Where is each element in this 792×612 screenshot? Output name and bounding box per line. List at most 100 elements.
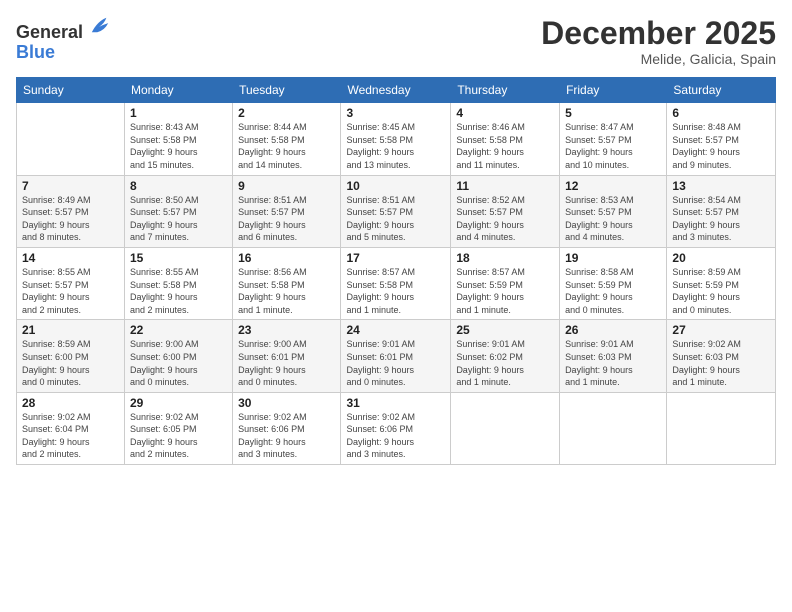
day-info: Sunrise: 9:01 AM Sunset: 6:03 PM Dayligh… [565,338,661,388]
day-info: Sunrise: 9:00 AM Sunset: 6:00 PM Dayligh… [130,338,227,388]
day-info: Sunrise: 8:59 AM Sunset: 6:00 PM Dayligh… [22,338,119,388]
col-tuesday: Tuesday [233,78,341,103]
day-number: 22 [130,323,227,337]
day-info: Sunrise: 9:02 AM Sunset: 6:05 PM Dayligh… [130,411,227,461]
table-row: 17Sunrise: 8:57 AM Sunset: 5:58 PM Dayli… [341,247,451,319]
table-row: 11Sunrise: 8:52 AM Sunset: 5:57 PM Dayli… [451,175,560,247]
calendar-week-row: 1Sunrise: 8:43 AM Sunset: 5:58 PM Daylig… [17,103,776,175]
table-row: 14Sunrise: 8:55 AM Sunset: 5:57 PM Dayli… [17,247,125,319]
table-row: 16Sunrise: 8:56 AM Sunset: 5:58 PM Dayli… [233,247,341,319]
col-saturday: Saturday [667,78,776,103]
day-info: Sunrise: 9:00 AM Sunset: 6:01 PM Dayligh… [238,338,335,388]
day-number: 31 [346,396,445,410]
day-number: 16 [238,251,335,265]
day-info: Sunrise: 8:53 AM Sunset: 5:57 PM Dayligh… [565,194,661,244]
day-info: Sunrise: 9:02 AM Sunset: 6:06 PM Dayligh… [238,411,335,461]
table-row: 18Sunrise: 8:57 AM Sunset: 5:59 PM Dayli… [451,247,560,319]
day-number: 18 [456,251,554,265]
day-info: Sunrise: 8:55 AM Sunset: 5:58 PM Dayligh… [130,266,227,316]
table-row: 9Sunrise: 8:51 AM Sunset: 5:57 PM Daylig… [233,175,341,247]
day-number: 14 [22,251,119,265]
day-number: 24 [346,323,445,337]
table-row: 24Sunrise: 9:01 AM Sunset: 6:01 PM Dayli… [341,320,451,392]
day-info: Sunrise: 8:54 AM Sunset: 5:57 PM Dayligh… [672,194,770,244]
table-row: 6Sunrise: 8:48 AM Sunset: 5:57 PM Daylig… [667,103,776,175]
day-info: Sunrise: 8:57 AM Sunset: 5:58 PM Dayligh… [346,266,445,316]
day-number: 12 [565,179,661,193]
day-info: Sunrise: 8:51 AM Sunset: 5:57 PM Dayligh… [346,194,445,244]
day-number: 15 [130,251,227,265]
day-info: Sunrise: 9:01 AM Sunset: 6:01 PM Dayligh… [346,338,445,388]
table-row: 13Sunrise: 8:54 AM Sunset: 5:57 PM Dayli… [667,175,776,247]
day-number: 4 [456,106,554,120]
day-info: Sunrise: 9:01 AM Sunset: 6:02 PM Dayligh… [456,338,554,388]
calendar-subtitle: Melide, Galicia, Spain [541,51,776,67]
table-row: 30Sunrise: 9:02 AM Sunset: 6:06 PM Dayli… [233,392,341,464]
day-info: Sunrise: 8:44 AM Sunset: 5:58 PM Dayligh… [238,121,335,171]
day-info: Sunrise: 8:49 AM Sunset: 5:57 PM Dayligh… [22,194,119,244]
day-info: Sunrise: 9:02 AM Sunset: 6:03 PM Dayligh… [672,338,770,388]
day-info: Sunrise: 8:43 AM Sunset: 5:58 PM Dayligh… [130,121,227,171]
day-info: Sunrise: 8:48 AM Sunset: 5:57 PM Dayligh… [672,121,770,171]
day-info: Sunrise: 8:59 AM Sunset: 5:59 PM Dayligh… [672,266,770,316]
logo-general: General [16,16,110,43]
table-row: 21Sunrise: 8:59 AM Sunset: 6:00 PM Dayli… [17,320,125,392]
table-row: 23Sunrise: 9:00 AM Sunset: 6:01 PM Dayli… [233,320,341,392]
calendar-week-row: 14Sunrise: 8:55 AM Sunset: 5:57 PM Dayli… [17,247,776,319]
table-row: 15Sunrise: 8:55 AM Sunset: 5:58 PM Dayli… [124,247,232,319]
day-number: 26 [565,323,661,337]
day-number: 9 [238,179,335,193]
day-info: Sunrise: 8:51 AM Sunset: 5:57 PM Dayligh… [238,194,335,244]
table-row [17,103,125,175]
table-row: 4Sunrise: 8:46 AM Sunset: 5:58 PM Daylig… [451,103,560,175]
table-row: 5Sunrise: 8:47 AM Sunset: 5:57 PM Daylig… [560,103,667,175]
table-row: 25Sunrise: 9:01 AM Sunset: 6:02 PM Dayli… [451,320,560,392]
day-number: 28 [22,396,119,410]
day-number: 19 [565,251,661,265]
logo-blue: Blue [16,42,55,62]
day-number: 5 [565,106,661,120]
day-number: 20 [672,251,770,265]
calendar-week-row: 28Sunrise: 9:02 AM Sunset: 6:04 PM Dayli… [17,392,776,464]
table-row: 22Sunrise: 9:00 AM Sunset: 6:00 PM Dayli… [124,320,232,392]
day-number: 3 [346,106,445,120]
logo-bird-icon [90,14,110,36]
table-row [451,392,560,464]
day-number: 23 [238,323,335,337]
day-number: 17 [346,251,445,265]
logo: General Blue [16,16,110,63]
day-number: 6 [672,106,770,120]
day-info: Sunrise: 9:02 AM Sunset: 6:04 PM Dayligh… [22,411,119,461]
day-number: 29 [130,396,227,410]
calendar-week-row: 7Sunrise: 8:49 AM Sunset: 5:57 PM Daylig… [17,175,776,247]
day-number: 1 [130,106,227,120]
table-row: 26Sunrise: 9:01 AM Sunset: 6:03 PM Dayli… [560,320,667,392]
day-info: Sunrise: 8:47 AM Sunset: 5:57 PM Dayligh… [565,121,661,171]
calendar-body: 1Sunrise: 8:43 AM Sunset: 5:58 PM Daylig… [17,103,776,465]
day-info: Sunrise: 8:57 AM Sunset: 5:59 PM Dayligh… [456,266,554,316]
day-number: 11 [456,179,554,193]
day-number: 7 [22,179,119,193]
page: General Blue December 2025 Melide, Galic… [0,0,792,612]
calendar-header-row: Sunday Monday Tuesday Wednesday Thursday… [17,78,776,103]
table-row: 20Sunrise: 8:59 AM Sunset: 5:59 PM Dayli… [667,247,776,319]
day-number: 2 [238,106,335,120]
day-info: Sunrise: 8:50 AM Sunset: 5:57 PM Dayligh… [130,194,227,244]
day-number: 25 [456,323,554,337]
day-number: 30 [238,396,335,410]
table-row: 19Sunrise: 8:58 AM Sunset: 5:59 PM Dayli… [560,247,667,319]
col-wednesday: Wednesday [341,78,451,103]
day-number: 27 [672,323,770,337]
day-info: Sunrise: 8:45 AM Sunset: 5:58 PM Dayligh… [346,121,445,171]
day-info: Sunrise: 8:55 AM Sunset: 5:57 PM Dayligh… [22,266,119,316]
day-info: Sunrise: 8:58 AM Sunset: 5:59 PM Dayligh… [565,266,661,316]
calendar-title: December 2025 [541,16,776,51]
header: General Blue December 2025 Melide, Galic… [16,16,776,67]
day-info: Sunrise: 9:02 AM Sunset: 6:06 PM Dayligh… [346,411,445,461]
title-block: December 2025 Melide, Galicia, Spain [541,16,776,67]
table-row: 2Sunrise: 8:44 AM Sunset: 5:58 PM Daylig… [233,103,341,175]
table-row: 1Sunrise: 8:43 AM Sunset: 5:58 PM Daylig… [124,103,232,175]
table-row: 10Sunrise: 8:51 AM Sunset: 5:57 PM Dayli… [341,175,451,247]
calendar-table: Sunday Monday Tuesday Wednesday Thursday… [16,77,776,465]
table-row [560,392,667,464]
